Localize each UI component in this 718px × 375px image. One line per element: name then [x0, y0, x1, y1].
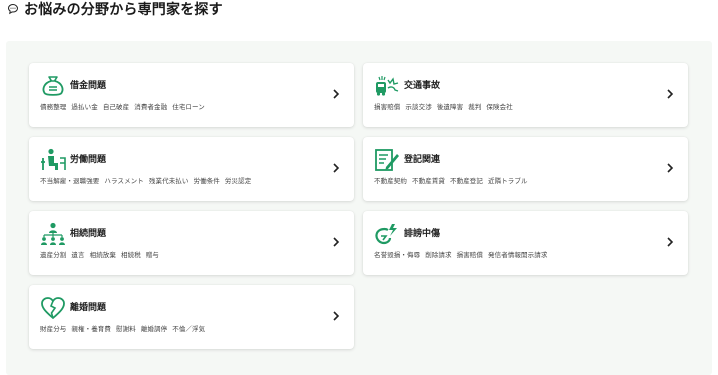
tag: 相続放棄 — [89, 251, 117, 259]
chevron-right-icon — [333, 89, 340, 99]
chevron-right-icon — [333, 237, 340, 247]
tag: 労働条件 — [193, 177, 220, 185]
tag: ハラスメント — [104, 177, 144, 185]
tag: 保険会社 — [486, 103, 513, 111]
tag: 不動産登記 — [450, 177, 483, 185]
category-card-registration[interactable]: 登記関連 不動産契約 不動産賃貸 不動産登記 近隣トラブル — [363, 137, 688, 201]
tag: 名誉毀損・侮辱 — [374, 251, 421, 259]
tag: 不倫／浮気 — [172, 325, 206, 333]
lightning-speech-icon — [375, 224, 397, 245]
tag: 不動産賃貸 — [412, 177, 445, 185]
page-title: お悩みの分野から専門家を探す — [24, 2, 223, 18]
category-tags: 債務整理 過払い金 自己破産 消費者金融 住宅ローン — [40, 103, 210, 112]
category-tags: 不当解雇・退職強要 ハラスメント 残業代未払い 労働条件 労災認定 — [40, 177, 256, 186]
broken-heart-icon — [41, 297, 65, 320]
tag: 消費者金融 — [134, 103, 168, 111]
worker-icon — [41, 148, 66, 170]
tag: 贈与 — [145, 251, 160, 259]
section-header: お悩みの分野から専門家を探す — [7, 0, 223, 18]
tag: 親権・養育費 — [71, 325, 112, 333]
category-card-debt[interactable]: 借金問題 債務整理 過払い金 自己破産 消費者金融 住宅ローン — [29, 63, 354, 127]
category-tags: 不動産契約 不動産賃貸 不動産登記 近隣トラブル — [374, 177, 533, 186]
tag: 過払い金 — [71, 103, 98, 111]
tag: 損害賠償 — [374, 103, 401, 111]
category-tags: 名誉毀損・侮辱 削除請求 損害賠償 発信者情報開示請求 — [374, 251, 552, 260]
category-panel: 借金問題 債務整理 過払い金 自己破産 消費者金融 住宅ローン 交通事故 損害賠償 示談交… — [6, 41, 712, 375]
tag: 裁判 — [468, 103, 482, 111]
tag: 遺産分割 — [40, 251, 67, 259]
tag: 発信者情報開示請求 — [488, 251, 548, 259]
category-card-labor[interactable]: 労働問題 不当解雇・退職強要 ハラスメント 残業代未払い 労働条件 労災認定 — [29, 137, 354, 201]
chevron-right-icon — [667, 163, 674, 173]
tag: 削除請求 — [425, 251, 452, 259]
category-tags: 財産分与 親権・養育費 慰謝料 離婚調停 不倫／浮気 — [40, 325, 210, 334]
chevron-right-icon — [333, 311, 340, 321]
category-title: 交通事故 — [404, 81, 441, 91]
tag: 財産分与 — [40, 325, 67, 333]
category-card-defamation[interactable]: 誹謗中傷 名誉毀損・侮辱 削除請求 損害賠償 発信者情報開示請求 — [363, 211, 688, 275]
tag: 遺言 — [71, 251, 85, 259]
category-title: 労働問題 — [70, 155, 107, 165]
tag: 残業代未払い — [148, 177, 189, 185]
tag: 不当解雇・退職強要 — [40, 177, 100, 185]
category-tags: 損害賠償 示談交渉 後遺障害 裁判 保険会社 — [374, 103, 518, 112]
tag: 労災認定 — [224, 177, 252, 185]
category-tags: 遺産分割 遺言 相続放棄 相続税 贈与 — [40, 251, 164, 260]
category-title: 登記関連 — [404, 155, 441, 165]
tag: 自己破産 — [102, 103, 130, 111]
tag: 示談交渉 — [405, 103, 432, 111]
category-title: 借金問題 — [70, 81, 107, 91]
category-title: 誹謗中傷 — [404, 229, 441, 239]
tag: 債務整理 — [40, 103, 67, 111]
chat-bubble-icon — [7, 3, 19, 15]
tag: 不動産契約 — [374, 177, 407, 185]
family-tree-icon — [41, 222, 65, 245]
tag: 近隣トラブル — [488, 177, 528, 185]
car-crash-icon — [376, 76, 399, 96]
category-card-inheritance[interactable]: 相続問題 遺産分割 遺言 相続放棄 相続税 贈与 — [29, 211, 354, 275]
money-bag-icon — [42, 76, 64, 96]
category-title: 離婚問題 — [70, 303, 107, 313]
chevron-right-icon — [667, 89, 674, 99]
tag: 相続税 — [121, 251, 141, 259]
chevron-right-icon — [333, 163, 340, 173]
tag: 離婚調停 — [140, 325, 168, 333]
tag: 住宅ローン — [172, 103, 205, 111]
category-card-traffic-accident[interactable]: 交通事故 損害賠償 示談交渉 後遺障害 裁判 保険会社 — [363, 63, 688, 127]
document-pen-icon — [375, 149, 399, 171]
tag: 慰謝料 — [116, 325, 136, 333]
tag: 後遺障害 — [436, 103, 464, 111]
category-title: 相続問題 — [70, 229, 107, 239]
tag: 損害賠償 — [456, 251, 484, 259]
category-card-divorce[interactable]: 離婚問題 財産分与 親権・養育費 慰謝料 離婚調停 不倫／浮気 — [29, 285, 354, 349]
chevron-right-icon — [667, 237, 674, 247]
